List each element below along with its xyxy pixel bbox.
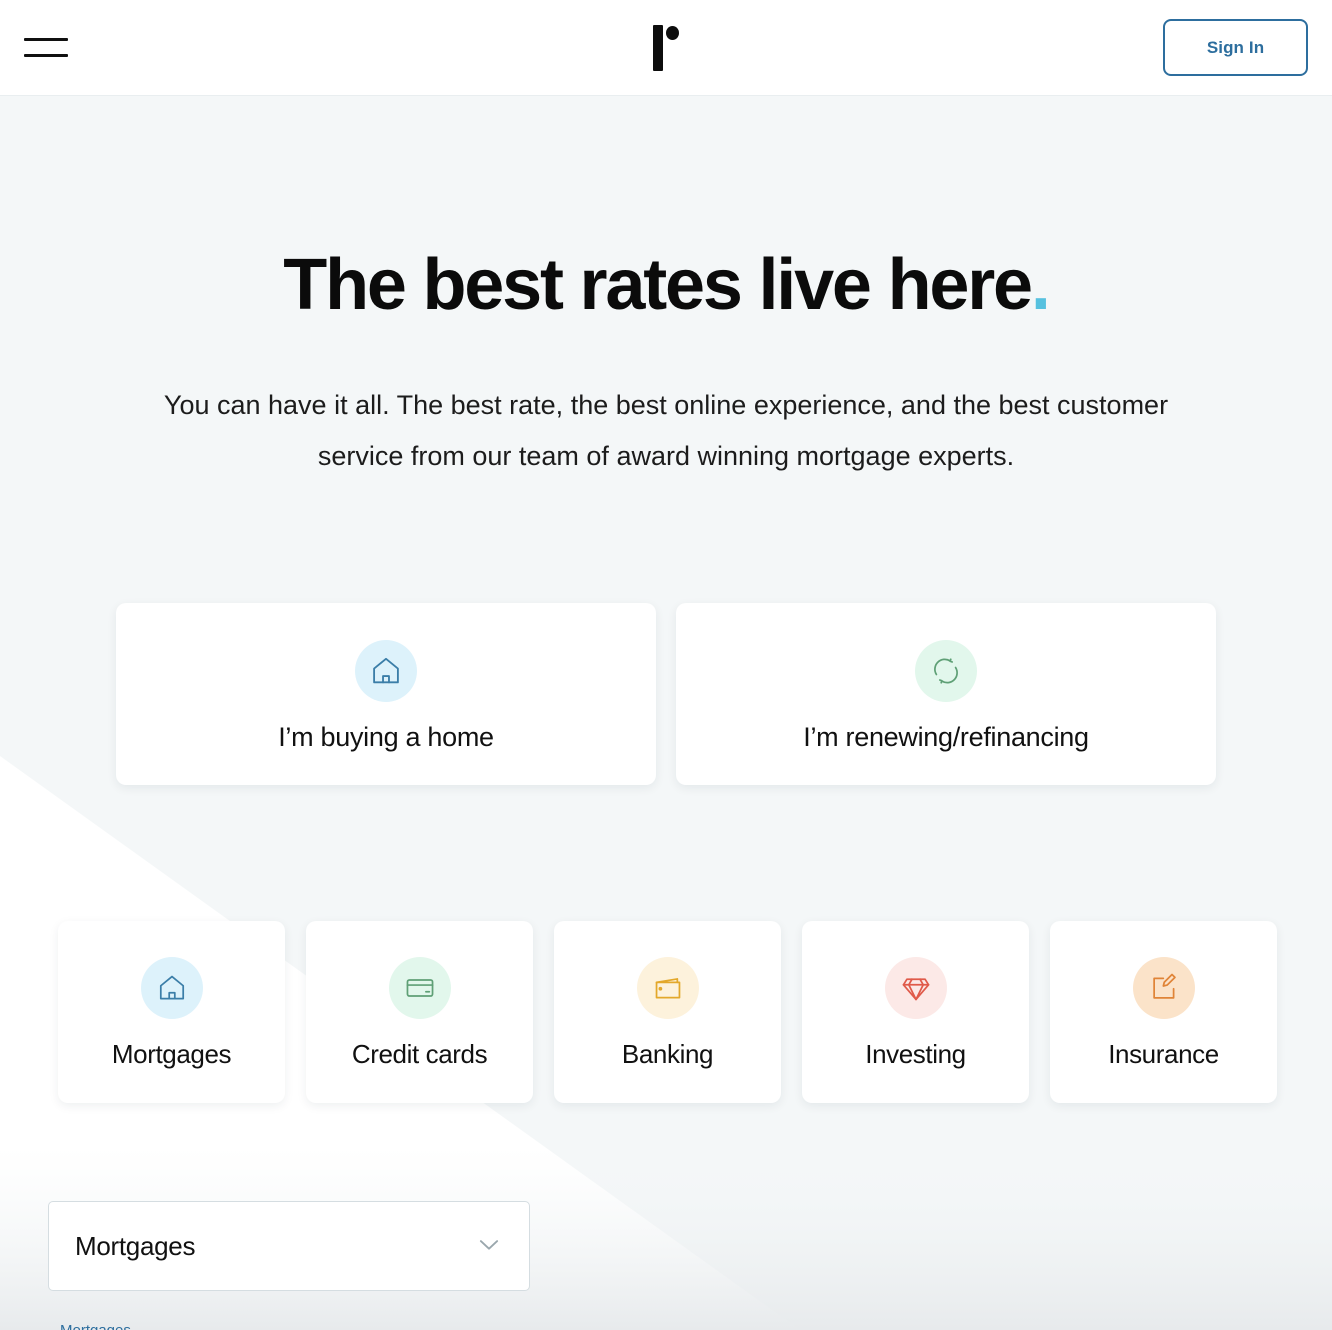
wallet-icon [636,956,699,1019]
category-card-group: Mortgages Credit cards Banking Investing… [58,921,1332,1104]
page-title-accent-period: . [1030,245,1051,325]
footer-links-peek[interactable]: Mortgages [60,1322,131,1330]
intent-card-group: I’m buying a home I’m renewing/refinanci… [0,603,1332,786]
house-icon [355,639,417,702]
hero-subtitle: You can have it all. The best rate, the … [163,389,1169,472]
page-title-text: The best rates live here [283,245,1033,325]
category-card-label: Banking [621,1038,714,1069]
category-card-banking[interactable]: Banking [554,921,781,1104]
product-select-wrapper: Mortgages [48,1201,530,1292]
intent-card-label: I’m renewing/refinancing [803,721,1089,752]
category-card-label: Insurance [1108,1038,1219,1069]
chevron-down-icon[interactable] [475,1230,503,1263]
sign-in-button[interactable]: Sign In [1163,19,1308,76]
hamburger-bar [24,38,68,41]
product-select-value: Mortgages [75,1230,196,1261]
category-card-label: Mortgages [111,1038,232,1069]
edit-square-icon [1132,956,1195,1019]
category-card-mortgages[interactable]: Mortgages [58,921,285,1104]
diamond-icon [884,956,947,1019]
ratehub-logo-icon[interactable] [653,24,679,71]
intent-card-label: I’m buying a home [278,721,494,752]
hamburger-menu-icon[interactable] [22,25,68,71]
site-header: Sign In [0,0,1332,96]
category-card-label: Investing [865,1038,966,1069]
credit-card-icon [388,956,451,1019]
category-card-insurance[interactable]: Insurance [1050,921,1277,1104]
hero-section: The best rates live here. You can have i… [0,96,1332,483]
category-card-credit-cards[interactable]: Credit cards [306,921,533,1104]
logo-dot [666,25,679,40]
product-select[interactable]: Mortgages [48,1201,530,1292]
category-card-label: Credit cards [351,1038,488,1069]
page-title: The best rates live here. [0,245,1332,325]
category-card-investing[interactable]: Investing [802,921,1029,1104]
house-icon [140,956,203,1019]
logo-bar [653,24,663,71]
hamburger-bar [24,54,68,57]
intent-card-buying-a-home[interactable]: I’m buying a home [116,603,656,786]
refresh-cycle-icon [915,639,977,702]
intent-card-renewing-refinancing[interactable]: I’m renewing/refinancing [676,603,1216,786]
